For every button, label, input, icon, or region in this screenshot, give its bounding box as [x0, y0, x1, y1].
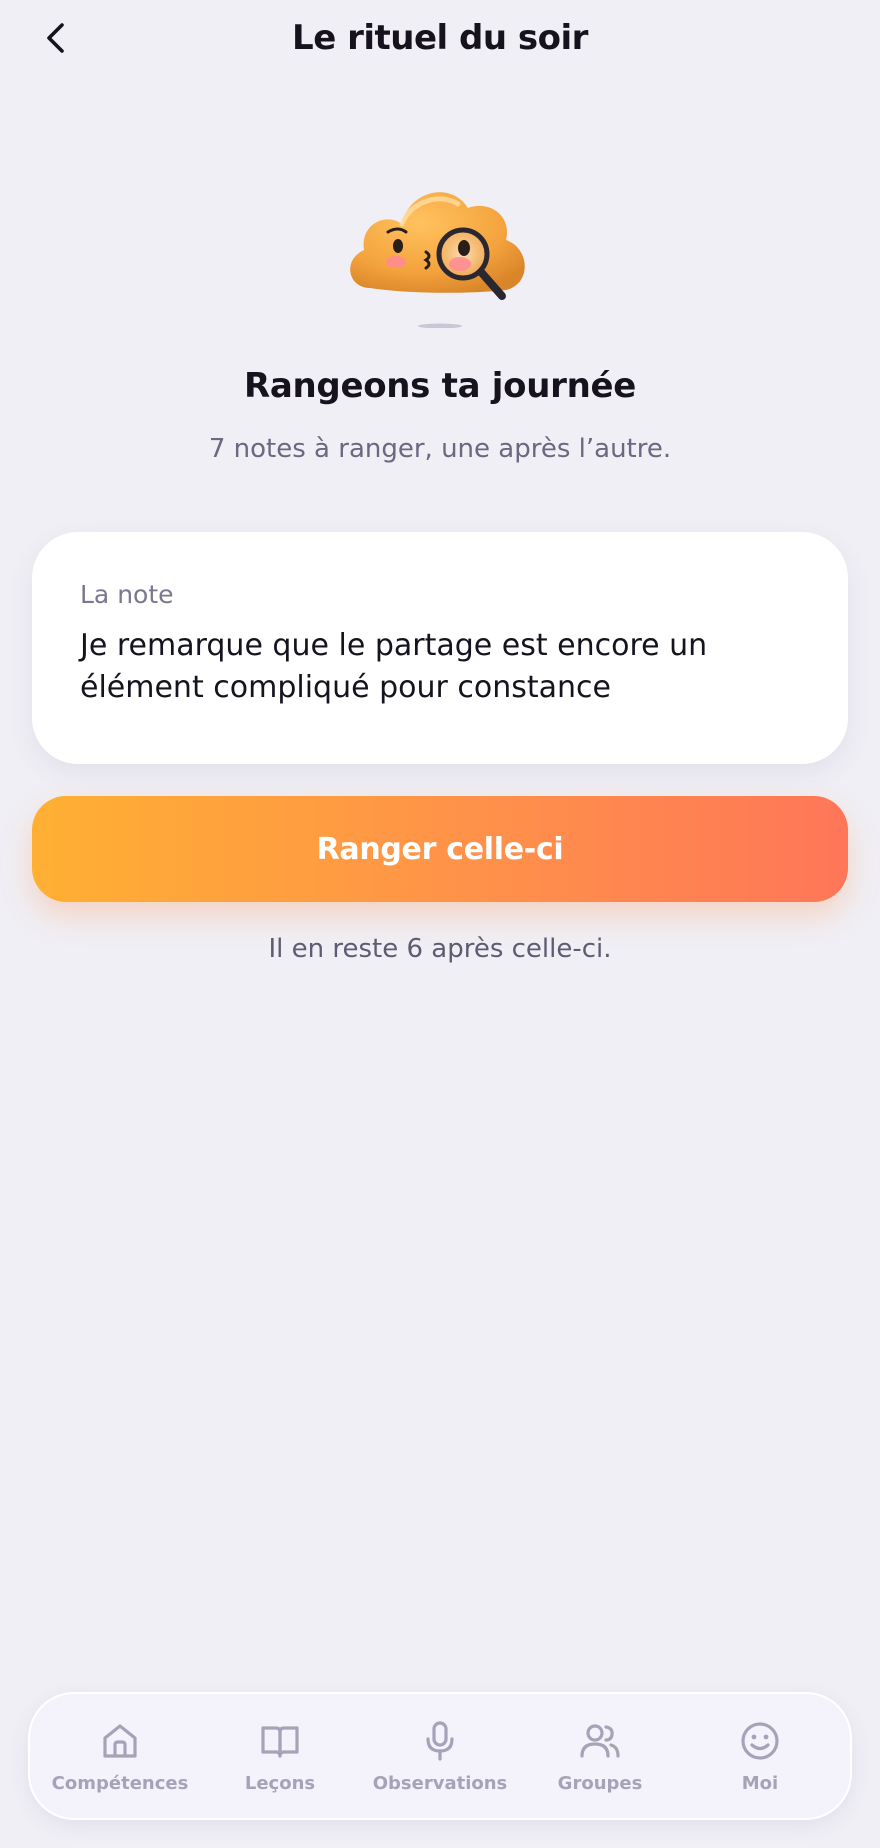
smile-icon: [741, 1721, 779, 1760]
header: Le rituel du soir: [0, 0, 880, 80]
intro-title: Rangeons ta journée: [243, 366, 636, 406]
tab-label: Moi: [741, 1772, 779, 1794]
remaining-count-text: Il en reste 6 après celle-ci.: [268, 934, 612, 964]
microphone-icon: [426, 1720, 454, 1761]
tab-groupes[interactable]: Groupes: [525, 1719, 675, 1794]
tidy-note-button[interactable]: Ranger celle-ci: [32, 796, 848, 902]
tab-label: Compétences: [51, 1772, 189, 1794]
note-label: La note: [80, 580, 174, 609]
cloud-magnifier-mascot: [340, 168, 540, 329]
note-card: La note Je remarque que le partage est e…: [32, 532, 848, 764]
bottom-tab-bar: Compétences Leçons Observations Groupes …: [28, 1692, 852, 1820]
users-icon: [580, 1723, 620, 1758]
tab-lecons[interactable]: Leçons: [205, 1719, 355, 1794]
tab-competences[interactable]: Compétences: [45, 1719, 195, 1794]
tidy-note-button-label: Ranger celle-ci: [316, 831, 564, 867]
intro-subtitle: 7 notes à ranger, une après l’autre.: [208, 434, 672, 464]
tab-moi[interactable]: Moi: [685, 1719, 835, 1794]
tab-observations[interactable]: Observations: [365, 1719, 515, 1794]
tab-label: Leçons: [244, 1772, 316, 1794]
tab-label: Groupes: [557, 1772, 643, 1794]
book-icon: [261, 1725, 299, 1758]
app-screen: Le rituel du soir Rangeons ta journée 7 …: [0, 0, 880, 1848]
note-text: Je remarque que le partage est encore un…: [80, 628, 708, 705]
page-title: Le rituel du soir: [292, 18, 588, 58]
tab-label: Observations: [372, 1772, 508, 1794]
home-icon: [103, 1723, 137, 1758]
